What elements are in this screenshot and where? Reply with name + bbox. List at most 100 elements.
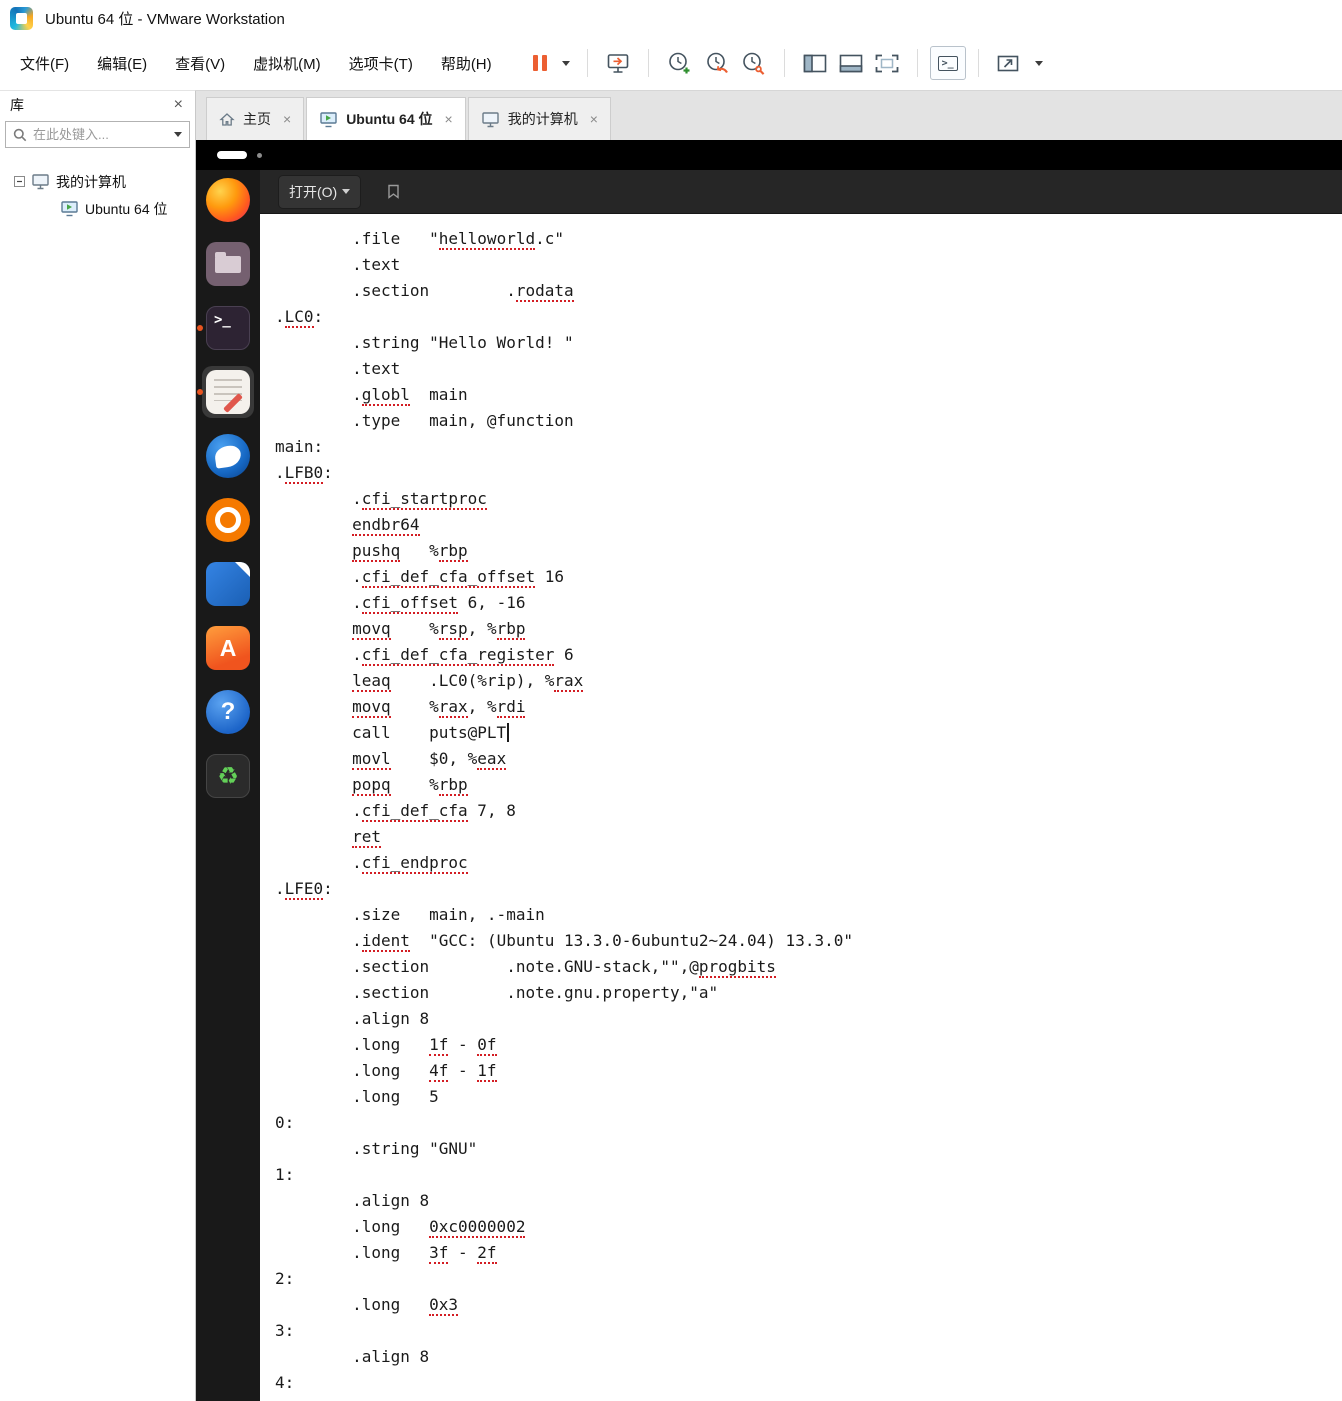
search-icon xyxy=(13,128,27,141)
collapse-icon[interactable] xyxy=(14,176,25,187)
menu-file[interactable]: 文件(F) xyxy=(6,47,83,80)
code-line: ret xyxy=(352,827,381,848)
pause-button[interactable] xyxy=(528,51,552,75)
fit-guest-button[interactable] xyxy=(869,49,905,78)
help-dock-icon[interactable]: ? xyxy=(204,688,252,736)
pause-icon xyxy=(532,55,547,71)
menu-view[interactable]: 查看(V) xyxy=(161,47,239,80)
code-line: .long 1f - 0f xyxy=(275,1035,497,1056)
workspace-indicator[interactable] xyxy=(217,151,262,159)
vm-powered-icon xyxy=(61,201,78,217)
running-indicator xyxy=(197,325,203,331)
code-line: 4: xyxy=(275,1373,295,1392)
code-line: .text xyxy=(275,255,401,274)
code-line: movl $0, %eax xyxy=(352,749,507,770)
trash-dock-icon[interactable]: ♻ xyxy=(204,752,252,800)
library-search-input[interactable] xyxy=(33,127,163,142)
fullscreen-button[interactable] xyxy=(991,50,1025,77)
save-icon[interactable] xyxy=(387,184,400,199)
code-line: .long 3f - 2f xyxy=(275,1243,497,1264)
tab-close-icon[interactable]: × xyxy=(590,111,598,127)
workspace-pill-dot[interactable] xyxy=(257,152,262,158)
titlebar: Ubuntu 64 位 - VMware Workstation xyxy=(0,0,1342,36)
text-editor-dock-icon[interactable] xyxy=(197,366,254,418)
code-line: .LFE0: xyxy=(275,879,333,900)
open-button-label: 打开(O) xyxy=(289,183,338,200)
show-thumbnail-bar-button[interactable] xyxy=(833,49,869,78)
vm-guest-screen[interactable]: >_ A ? ♻ 打开(O) .file "helloworld.c" .tex… xyxy=(196,140,1342,1401)
home-icon xyxy=(219,112,235,126)
app-center-dock-icon[interactable]: A xyxy=(204,624,252,672)
editor-text[interactable]: .file "helloworld.c" .text .section .rod… xyxy=(260,214,1342,1401)
library-tree: 我的计算机 Ubuntu 64 位 xyxy=(0,154,195,222)
code-line: .long 5 xyxy=(275,1087,439,1106)
code-line: .LFB0: xyxy=(275,463,333,484)
tab-my-computer[interactable]: 我的计算机 × xyxy=(467,97,611,140)
thunderbird-dock-icon[interactable] xyxy=(204,432,252,480)
firefox-dock-icon[interactable] xyxy=(204,176,252,224)
code-line: .type main, @function xyxy=(275,411,574,430)
code-line: popq %rbp xyxy=(352,775,468,796)
tab-home[interactable]: 主页 × xyxy=(206,97,305,140)
code-line: .section .note.GNU-stack,"",@progbits xyxy=(275,957,776,978)
search-filter-dropdown-icon[interactable] xyxy=(174,132,182,137)
code-line: .long 0x3 xyxy=(275,1295,459,1316)
files-dock-icon[interactable] xyxy=(204,240,252,288)
code-line: .ident "GCC: (Ubuntu 13.3.0-6ubuntu2~24.… xyxy=(275,931,853,952)
chevron-down-icon xyxy=(561,60,570,66)
code-line: movq %rax, %rdi xyxy=(352,697,526,718)
snapshot-manager-button[interactable] xyxy=(735,47,772,80)
code-line: .cfi_def_cfa_offset 16 xyxy=(275,567,564,588)
revert-snapshot-button[interactable] xyxy=(698,47,735,80)
tabbar: 主页 × Ubuntu 64 位 × 我的计算机 × xyxy=(196,90,1342,140)
vmware-window: Ubuntu 64 位 - VMware Workstation 文件(F) 编… xyxy=(0,0,1342,1401)
send-ctrl-alt-del-button[interactable] xyxy=(600,48,636,79)
code-line: .section .note.gnu.property,"a" xyxy=(275,983,719,1002)
pause-dropdown[interactable] xyxy=(552,57,575,70)
code-line: 1: xyxy=(275,1165,295,1184)
menu-vm[interactable]: 虚拟机(M) xyxy=(239,47,335,80)
send-ctrl-alt-del-icon xyxy=(607,53,628,73)
show-library-icon xyxy=(803,54,826,72)
tree-item-label: Ubuntu 64 位 xyxy=(85,200,168,217)
tree-item-ubuntu-vm[interactable]: Ubuntu 64 位 xyxy=(0,195,195,222)
gedit-window: 打开(O) .file "helloworld.c" .text .sectio… xyxy=(260,170,1342,1401)
code-line: .string "Hello World! " xyxy=(275,333,574,352)
chevron-down-icon xyxy=(1034,60,1043,66)
code-line: .file "helloworld.c" xyxy=(275,229,564,250)
workspace-pill-active[interactable] xyxy=(217,151,247,159)
library-search-box[interactable] xyxy=(5,121,190,148)
computer-icon xyxy=(482,111,499,127)
code-line: .cfi_endproc xyxy=(275,853,468,874)
code-line: .size main, .-main xyxy=(275,905,545,924)
code-line: .cfi_def_cfa 7, 8 xyxy=(275,801,516,822)
menu-tabs[interactable]: 选项卡(T) xyxy=(335,47,427,80)
code-line: .string "GNU" xyxy=(275,1139,478,1158)
fullscreen-dropdown[interactable] xyxy=(1025,57,1048,70)
window-title: Ubuntu 64 位 - VMware Workstation xyxy=(45,10,285,28)
tab-ubuntu-vm[interactable]: Ubuntu 64 位 × xyxy=(306,97,466,140)
vmware-logo-icon xyxy=(10,6,33,30)
running-indicator xyxy=(197,389,203,395)
tab-close-icon[interactable]: × xyxy=(283,111,291,127)
menu-edit[interactable]: 编辑(E) xyxy=(83,47,161,80)
console-view-button[interactable]: >_ xyxy=(929,46,966,80)
take-snapshot-button[interactable] xyxy=(661,47,698,80)
library-close-button[interactable]: × xyxy=(174,97,183,113)
libreoffice-writer-dock-icon[interactable] xyxy=(204,560,252,608)
computer-icon xyxy=(32,174,49,190)
terminal-dock-icon[interactable]: >_ xyxy=(197,304,252,352)
code-line: 3: xyxy=(275,1321,295,1340)
show-library-button[interactable] xyxy=(797,49,833,78)
code-line: .align 8 xyxy=(275,1191,430,1210)
toolbar: >_ xyxy=(528,46,1048,80)
code-line: .align 8 xyxy=(275,1009,430,1028)
rhythmbox-dock-icon[interactable] xyxy=(204,496,252,544)
open-button[interactable]: 打开(O) xyxy=(278,174,362,209)
code-line: .globl main xyxy=(275,385,468,406)
code-line: .cfi_startproc xyxy=(275,489,487,510)
code-line: .long 4f - 1f xyxy=(275,1061,497,1082)
menu-help[interactable]: 帮助(H) xyxy=(427,47,506,80)
tree-item-my-computer[interactable]: 我的计算机 xyxy=(0,168,195,195)
tab-close-icon[interactable]: × xyxy=(445,111,453,127)
